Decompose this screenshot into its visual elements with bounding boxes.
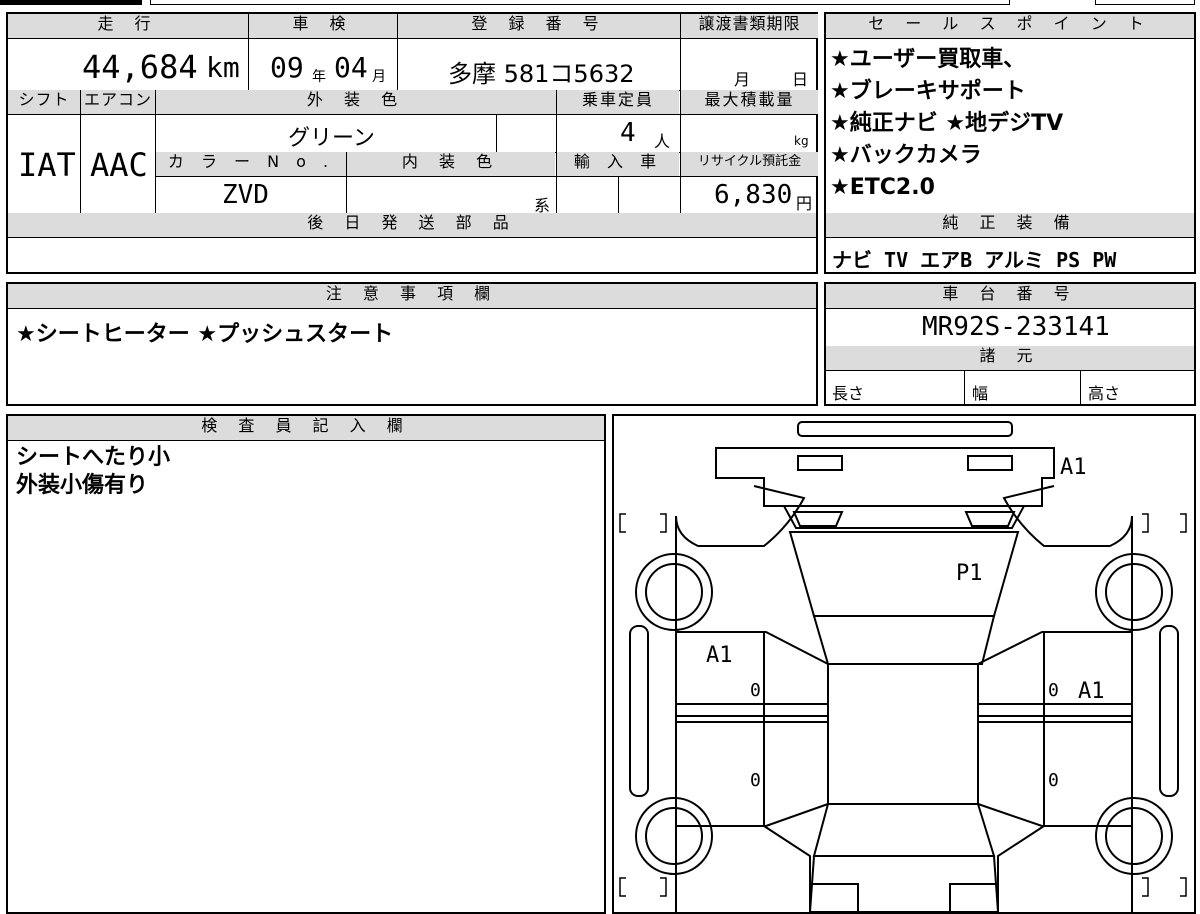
transfer-day-unit: 日: [792, 70, 809, 89]
mark-right-front-zero: 0: [1048, 680, 1059, 701]
capacity-unit: 人: [654, 132, 671, 151]
import-header: 輸 入 車: [557, 152, 679, 176]
year-unit: 年: [312, 69, 326, 85]
genuine-equipment-header: 純 正 装 備: [826, 213, 1194, 237]
registration-number: 多摩 581コ5632: [448, 60, 635, 88]
later-parts-header: 後 日 発 送 部 品: [8, 213, 816, 237]
specs-header: 諸 元: [826, 346, 1194, 370]
max-load-header: 最大積載量: [681, 90, 818, 114]
mark-hood: P1: [956, 561, 983, 586]
exterior-color-value: グリーン: [288, 126, 375, 151]
inspector-header: 検 査 員 記 入 欄: [8, 416, 604, 440]
genuine-equipment-value: ナビ TV エアB アルミ PS PW: [832, 248, 1117, 272]
interior-color-header: 内 装 色: [347, 152, 555, 176]
sales-point-item: ★ETC2.0: [830, 175, 935, 200]
sales-point-item: ★ブレーキサポート: [830, 79, 1026, 104]
sales-point-item: ★ユーザー買取車、: [830, 47, 1026, 72]
color-no-header: カ ラ ー N o .: [156, 152, 346, 176]
inspector-box: 検 査 員 記 入 欄 シートへたり小 外装小傷有り: [6, 414, 606, 914]
inspector-note: 外装小傷有り: [16, 473, 149, 498]
capacity-header: 乗車定員: [557, 90, 679, 114]
car-damage-diagram: A1 P1 A1 A1 0 0 0 0: [619, 421, 1187, 912]
sales-point-header: セ ー ル ス ポ イ ン ト: [826, 14, 1194, 38]
inspection-month: 04: [334, 51, 368, 84]
exterior-color-header: 外 装 色: [156, 90, 556, 114]
mark-left-front-zero: 0: [750, 680, 761, 701]
mark-right-front-door: A1: [1078, 679, 1105, 704]
chassis-box: 車 台 番 号 MR92S-233141 諸 元 長さ 幅 高さ: [824, 282, 1196, 406]
recycle-header: リサイクル預託金: [681, 152, 818, 176]
sales-point-box: セ ー ル ス ポ イ ン ト ★ユーザー買取車、 ★ブレーキサポート ★純正ナ…: [824, 12, 1196, 274]
recycle-value: 6,830: [714, 180, 793, 210]
spec-length-label: 長さ: [832, 384, 865, 403]
aircon-value: AAC: [90, 146, 148, 184]
mark-top-right: A1: [1060, 455, 1087, 480]
shift-value: IAT: [18, 146, 76, 184]
inspector-note: シートへたり小: [16, 445, 171, 470]
notes-text: ★シートヒーター ★プッシュスタート: [16, 322, 394, 347]
chassis-no-value: MR92S-233141: [922, 312, 1110, 342]
top-strip-right: [1095, 0, 1195, 5]
registration-header: 登 録 番 号: [398, 14, 680, 38]
car-diagram-box: A1 P1 A1 A1 0 0 0 0: [612, 414, 1196, 914]
mark-right-rear-zero: 0: [1048, 770, 1059, 791]
shift-header: シフト: [8, 90, 80, 114]
mileage-unit: km: [206, 51, 240, 84]
inspector-notes: シートへたり小 外装小傷有り: [16, 444, 170, 500]
sales-point-item: ★純正ナビ ★地デジTV: [830, 111, 1064, 136]
spec-width-label: 幅: [972, 384, 989, 403]
transfer-month-unit: 月: [734, 70, 751, 89]
spec-height-label: 高さ: [1088, 384, 1121, 403]
load-unit: kg: [794, 134, 809, 148]
notes-header: 注 意 事 項 欄: [8, 284, 816, 308]
top-black-tab: [0, 0, 142, 5]
mileage-value: 44,684: [82, 48, 198, 86]
sales-point-item: ★バックカメラ: [830, 143, 982, 168]
top-strip: [150, 0, 1010, 5]
recycle-unit: 円: [796, 194, 813, 213]
aircon-header: エアコン: [81, 90, 155, 114]
mark-left-front-door: A1: [706, 643, 733, 668]
mark-left-rear-zero: 0: [750, 770, 761, 791]
capacity-value: 4: [620, 118, 636, 148]
inspection-year: 09: [270, 51, 304, 84]
month-unit: 月: [372, 69, 386, 85]
chassis-no-header: 車 台 番 号: [826, 284, 1194, 308]
vehicle-info-table: 走 行 車 検 登 録 番 号 譲渡書類期限 44,684 km 09 年 04…: [6, 12, 818, 274]
notes-box: 注 意 事 項 欄 ★シートヒーター ★プッシュスタート: [6, 282, 818, 406]
sales-point-list: ★ユーザー買取車、 ★ブレーキサポート ★純正ナビ ★地デジTV ★バックカメラ…: [830, 44, 1194, 204]
inspection-header: 車 検: [249, 14, 397, 38]
mileage-header: 走 行: [8, 14, 248, 38]
color-no-value: ZVD: [222, 180, 269, 210]
transfer-deadline-header: 譲渡書類期限: [681, 14, 818, 38]
